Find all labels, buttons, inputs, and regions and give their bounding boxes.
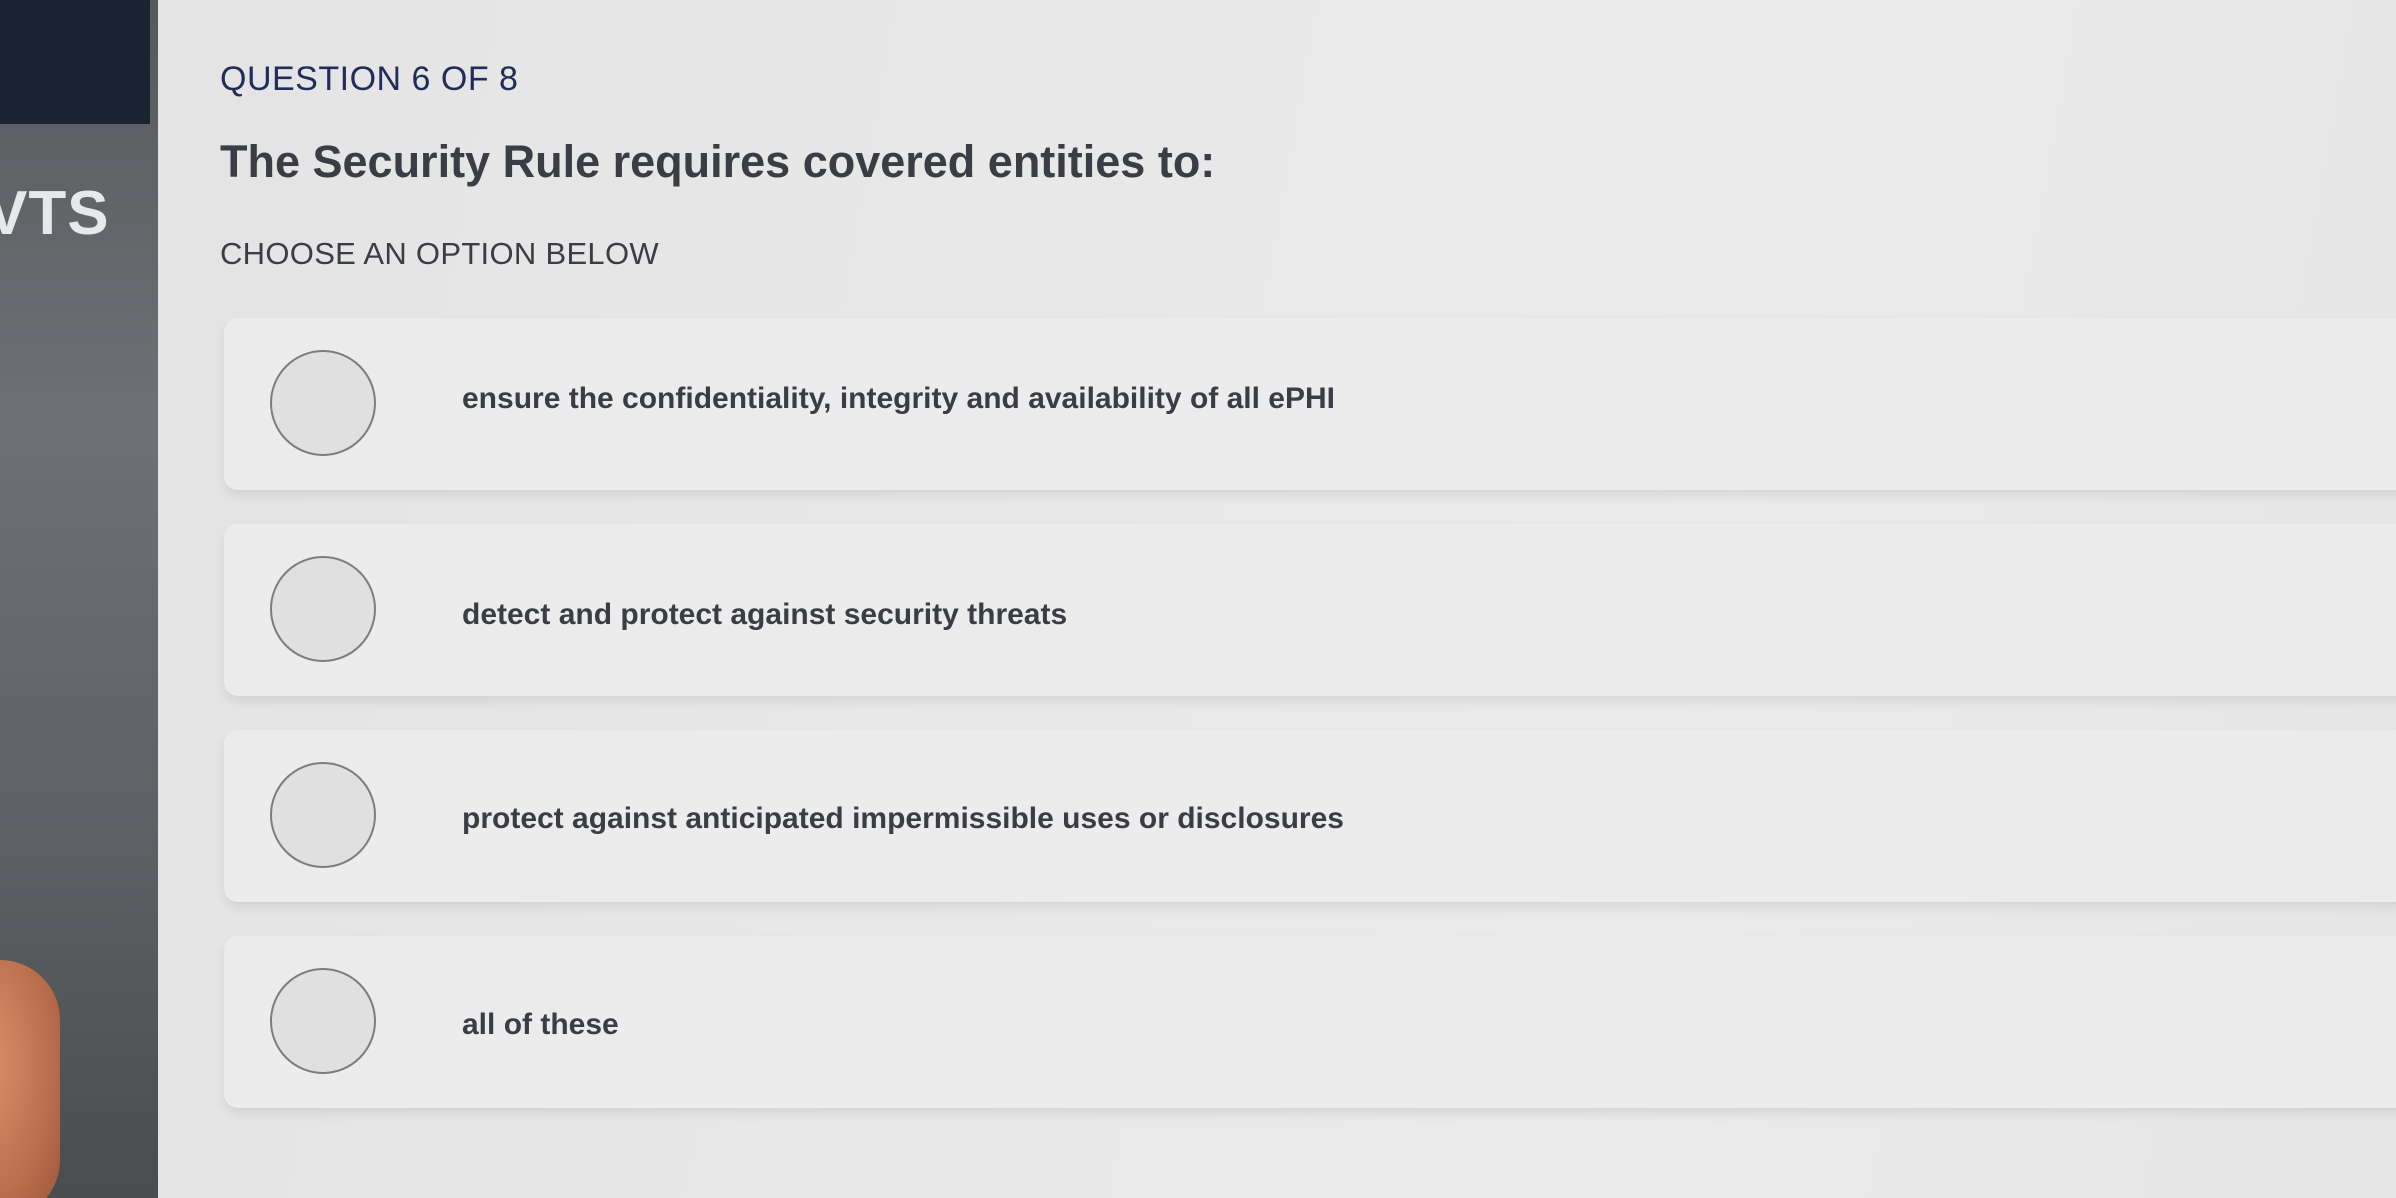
radio-button-icon[interactable] — [270, 968, 376, 1074]
side-panel-header — [0, 0, 150, 124]
option-label: ensure the confidentiality, integrity an… — [462, 382, 1335, 415]
quiz-content: QUESTION 6 OF 8 The Security Rule requir… — [158, 0, 2396, 1198]
screen: VTS QUESTION 6 OF 8 The Security Rule re… — [0, 0, 2396, 1198]
answer-option-1[interactable]: ensure the confidentiality, integrity an… — [224, 318, 2396, 490]
option-label: protect against anticipated impermissibl… — [462, 802, 1344, 835]
radio-button-icon[interactable] — [270, 350, 376, 456]
answer-option-3[interactable]: protect against anticipated impermissibl… — [224, 730, 2396, 902]
option-label: detect and protect against security thre… — [462, 598, 1068, 631]
question-text: The Security Rule requires covered entit… — [220, 136, 1216, 187]
radio-button-icon[interactable] — [270, 556, 376, 662]
instruction-label: CHOOSE AN OPTION BELOW — [220, 236, 659, 271]
side-panel-label: VTS — [0, 179, 110, 248]
radio-button-icon[interactable] — [270, 762, 376, 868]
answer-option-2[interactable]: detect and protect against security thre… — [224, 524, 2396, 696]
answer-option-4[interactable]: all of these — [224, 936, 2396, 1108]
finger-in-frame — [0, 960, 60, 1198]
option-label: all of these — [462, 1008, 619, 1041]
question-counter: QUESTION 6 OF 8 — [220, 60, 519, 98]
